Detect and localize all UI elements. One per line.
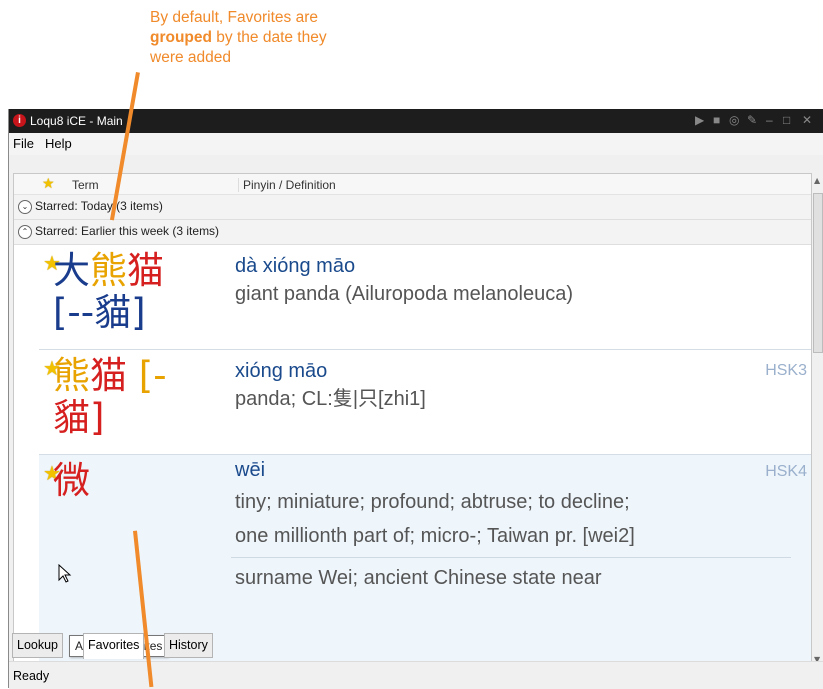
term-hanzi: 微 xyxy=(53,459,90,502)
definition-line-3: surname Wei; ancient Chinese state near xyxy=(235,567,602,589)
term-hanzi: 大熊猫 xyxy=(53,249,164,292)
menu-help[interactable]: Help xyxy=(45,136,72,151)
callout-line-2: by the date they xyxy=(212,29,327,46)
star-column-icon[interactable]: ★ xyxy=(42,175,55,192)
menu-bar: File Help xyxy=(9,133,823,155)
hsk-level-badge: HSK4 xyxy=(765,463,807,480)
callout-line-1: By default, Favorites are xyxy=(150,9,318,26)
term-hanzi-traditional: 貓] xyxy=(53,396,105,439)
stop-icon[interactable]: ■ xyxy=(713,113,720,127)
column-pinyin-definition[interactable]: Pinyin / Definition xyxy=(238,178,336,192)
definition-line-1: tiny; miniature; profound; abtruse; to d… xyxy=(235,491,630,513)
app-logo-icon: i xyxy=(13,114,26,127)
scroll-up-icon[interactable]: ▲ xyxy=(814,176,820,185)
vertical-scrollbar[interactable]: ▲ ▼ xyxy=(812,173,823,667)
status-text: Ready xyxy=(13,669,50,683)
tab-favorites[interactable]: Favorites xyxy=(83,633,145,659)
callout-annotation: By default, Favorites are grouped by the… xyxy=(150,8,450,68)
column-term[interactable]: Term xyxy=(72,178,99,192)
definition: giant panda (Ailuropoda melanoleuca) xyxy=(235,283,574,305)
pinyin: dà xióng māo xyxy=(235,255,356,277)
definition-line-2: one millionth part of; micro-; Taiwan pr… xyxy=(235,525,635,547)
term-hanzi-traditional: [--貓] xyxy=(53,291,146,334)
wrench-icon[interactable]: ✎ xyxy=(747,113,757,127)
hsk-level-badge: HSK3 xyxy=(765,362,807,379)
maximize-icon[interactable]: □ xyxy=(783,113,790,127)
favorites-list: ★ Term Pinyin / Definition ⌄ Starred: To… xyxy=(13,173,812,669)
column-header: ★ Term Pinyin / Definition xyxy=(14,174,811,195)
menu-file[interactable]: File xyxy=(13,136,34,151)
pinyin: xióng māo xyxy=(235,360,328,382)
minimize-icon[interactable]: – xyxy=(766,113,773,127)
close-icon[interactable]: ✕ xyxy=(802,113,812,127)
group-label: Starred: Today (3 items) xyxy=(35,199,163,213)
scrollbar-thumb[interactable] xyxy=(813,193,823,353)
collapse-chevron-icon[interactable]: ⌃ xyxy=(18,225,32,239)
list-item[interactable]: ★ 熊猫 [- 貓] xióng māo panda; CL:隻|只[zhi1]… xyxy=(39,350,811,455)
definition: panda; CL:隻|只[zhi1] xyxy=(235,388,426,410)
term-hanzi: 熊猫 [- xyxy=(53,354,167,397)
tab-history[interactable]: History xyxy=(164,633,213,658)
callout-line-3: were added xyxy=(150,49,232,66)
pinyin: wēi xyxy=(235,459,266,481)
app-window: i Loqu8 iCE - Main ▶ ■ ◎ ✎ – □ ✕ File He… xyxy=(8,109,823,689)
definition-divider xyxy=(231,557,791,558)
group-header-today[interactable]: ⌄ Starred: Today (3 items) xyxy=(14,195,811,220)
mouse-cursor-icon xyxy=(58,564,72,583)
play-icon[interactable]: ▶ xyxy=(695,113,704,127)
group-header-earlier[interactable]: ⌃ Starred: Earlier this week (3 items) xyxy=(14,220,811,245)
tab-lookup[interactable]: Lookup xyxy=(12,633,64,658)
expand-chevron-icon[interactable]: ⌄ xyxy=(18,200,32,214)
camera-icon[interactable]: ◎ xyxy=(729,113,739,127)
group-label: Starred: Earlier this week (3 items) xyxy=(35,224,220,238)
list-item[interactable]: ★ 大熊猫 [--貓] dà xióng māo giant panda (Ai… xyxy=(39,245,811,350)
status-bar: Ready xyxy=(9,661,823,689)
callout-bold-word: grouped xyxy=(150,29,212,46)
window-title: Loqu8 iCE - Main xyxy=(30,114,123,128)
